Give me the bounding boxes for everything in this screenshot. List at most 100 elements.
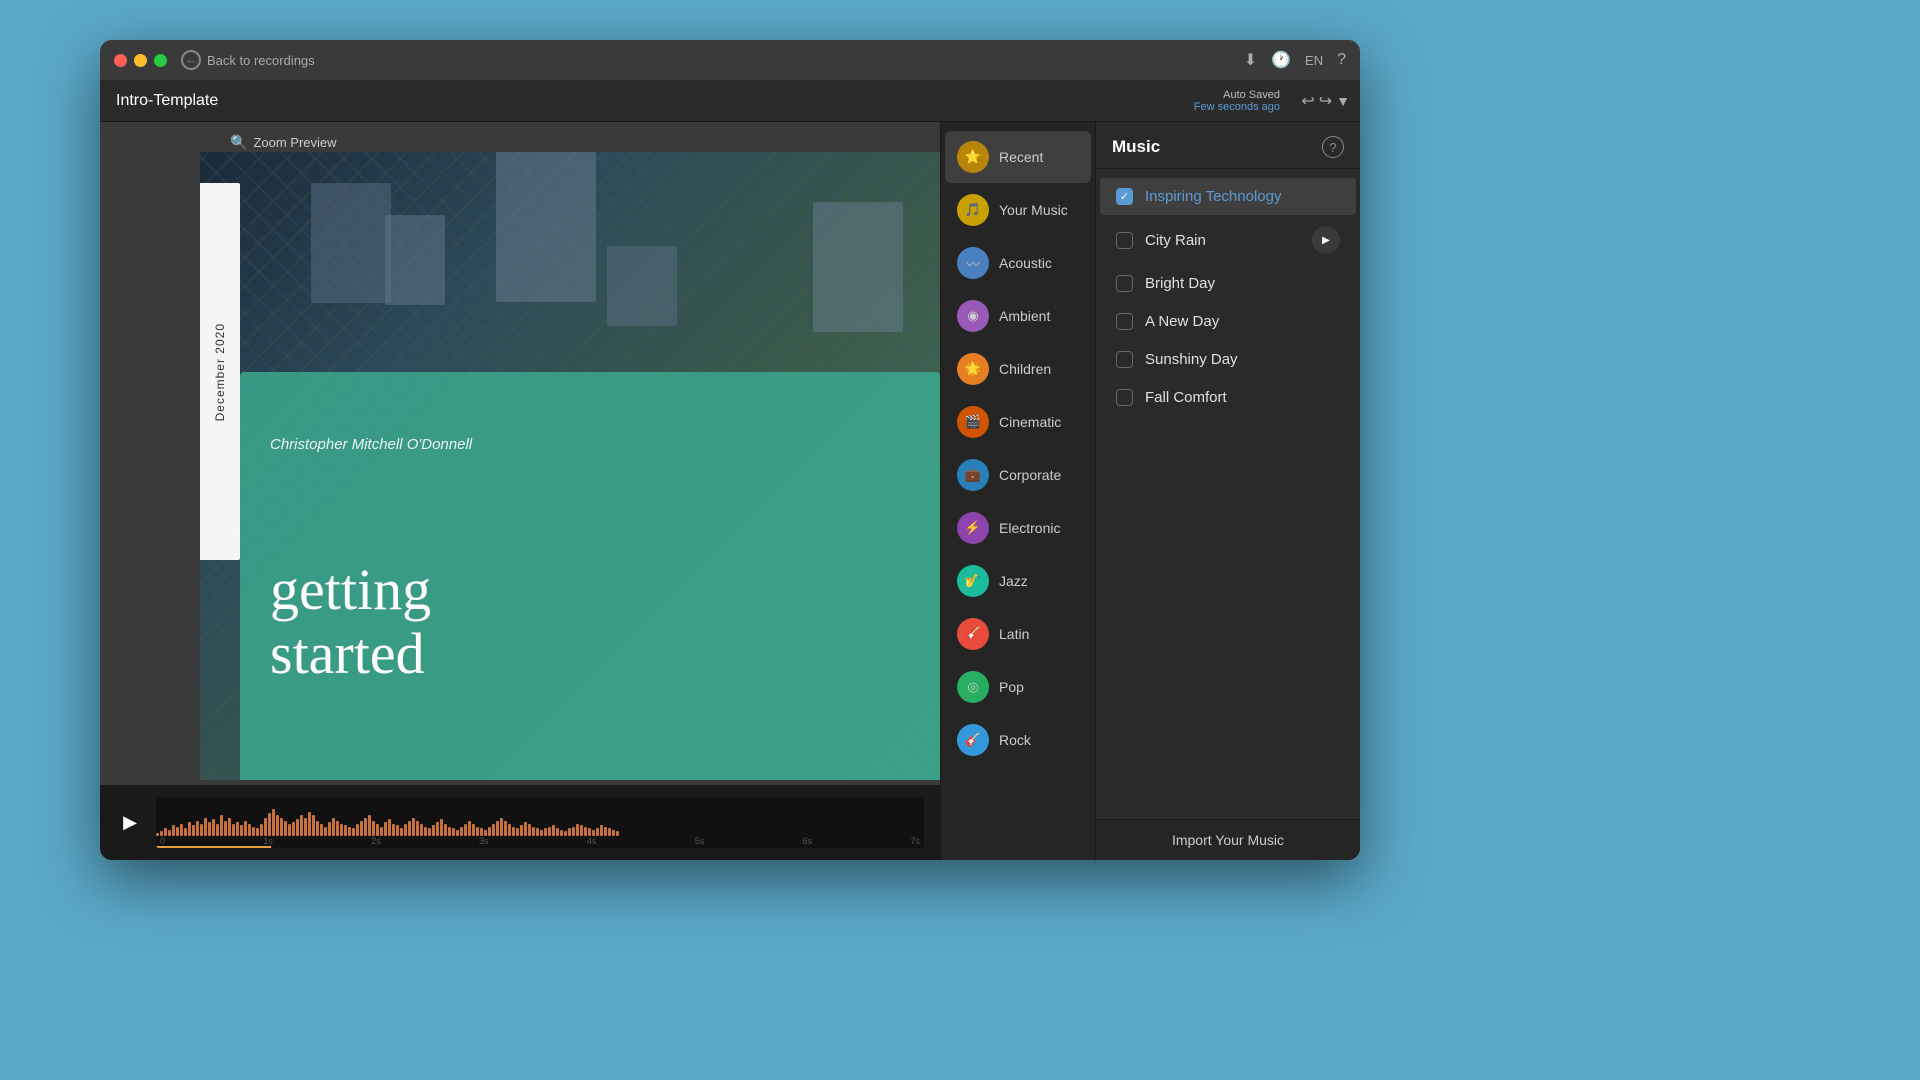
category-item-jazz[interactable]: 🎷Jazz xyxy=(945,555,1091,607)
redo-icon[interactable]: ↪ xyxy=(1319,91,1332,111)
track-item-bright-day[interactable]: Bright Day xyxy=(1100,265,1356,302)
waveform-bar xyxy=(284,821,287,836)
minimize-button[interactable] xyxy=(134,54,147,67)
waveform-bar xyxy=(432,825,435,836)
category-item-cinematic[interactable]: 🎬Cinematic xyxy=(945,396,1091,448)
track-checkbox-a-new-day[interactable] xyxy=(1116,313,1133,330)
category-item-recent[interactable]: ⭐Recent xyxy=(945,131,1091,183)
track-item-sunshiny-day[interactable]: Sunshiny Day xyxy=(1100,341,1356,378)
waveform-bar xyxy=(268,813,271,836)
close-button[interactable] xyxy=(114,54,127,67)
category-item-your-music[interactable]: 🎵 Your Music xyxy=(945,184,1091,236)
track-item-a-new-day[interactable]: A New Day xyxy=(1100,303,1356,340)
toolbar: Intro-Template Auto Saved Few seconds ag… xyxy=(100,80,1360,122)
waveform-bar xyxy=(572,827,575,836)
waveform-bar xyxy=(344,825,347,836)
category-icon-your-music: 🎵 xyxy=(957,194,989,226)
waveform-bar xyxy=(520,825,523,836)
waveform-bar xyxy=(584,827,587,836)
waveform-bar xyxy=(604,827,607,836)
timeline-progress xyxy=(156,846,271,848)
waveform-bar xyxy=(392,824,395,836)
track-name-bright-day: Bright Day xyxy=(1145,275,1340,292)
waveform-bar xyxy=(172,825,175,836)
help-icon[interactable]: ? xyxy=(1337,51,1346,69)
dropdown-icon[interactable]: ▼ xyxy=(1336,93,1350,109)
waveform-bar xyxy=(464,824,467,836)
undo-icon[interactable]: ↩ xyxy=(1301,91,1314,111)
waveform-bar xyxy=(600,825,603,836)
category-label-electronic: Electronic xyxy=(999,520,1060,536)
help-icon: ? xyxy=(1329,140,1336,155)
category-icon-acoustic: 〰 xyxy=(957,247,989,279)
track-checkbox-sunshiny-day[interactable] xyxy=(1116,351,1133,368)
waveform-bar xyxy=(508,824,511,836)
category-item-rock[interactable]: 🎸Rock xyxy=(945,714,1091,766)
category-label-acoustic: Acoustic xyxy=(999,255,1052,271)
timeline-track[interactable]: 01s2s3s4s5s6s7s xyxy=(156,798,924,848)
waveform-bar xyxy=(180,824,183,836)
category-label-your-music: Your Music xyxy=(999,202,1068,218)
track-checkbox-fall-comfort[interactable] xyxy=(1116,389,1133,406)
waveform-bar xyxy=(528,824,531,836)
slide-title-line1: getting xyxy=(270,558,431,622)
timeline-marker: 5s xyxy=(695,836,705,846)
play-track-button-city-rain[interactable]: ▶ xyxy=(1312,226,1340,254)
waveform-bar xyxy=(580,825,583,836)
waveform-bar xyxy=(480,828,483,836)
waveform-bar xyxy=(260,824,263,836)
waveform-bar xyxy=(320,824,323,836)
waveform-bar xyxy=(496,821,499,836)
category-list: ⭐Recent 🎵 Your Music 〰 Acoustic ◉Ambient🌟Chil… xyxy=(941,122,1096,860)
waveform-bar xyxy=(568,828,571,836)
waveform-bar xyxy=(356,824,359,836)
history-icon[interactable]: 🕐 xyxy=(1271,50,1291,70)
play-button[interactable]: ▶ xyxy=(116,809,144,837)
waveform-bar xyxy=(556,828,559,836)
waveform-bar xyxy=(532,827,535,836)
category-item-electronic[interactable]: ⚡Electronic xyxy=(945,502,1091,554)
music-help-button[interactable]: ? xyxy=(1322,136,1344,158)
track-name-fall-comfort: Fall Comfort xyxy=(1145,389,1340,406)
category-item-latin[interactable]: 🎸Latin xyxy=(945,608,1091,660)
waveform-bar xyxy=(200,824,203,836)
track-item-city-rain[interactable]: City Rain▶ xyxy=(1100,216,1356,264)
track-checkbox-inspiring-technology[interactable]: ✓ xyxy=(1116,188,1133,205)
slide-background: December 2020 Christopher Mitchell O'Don… xyxy=(200,152,940,780)
track-checkbox-city-rain[interactable] xyxy=(1116,232,1133,249)
back-button[interactable]: ← Back to recordings xyxy=(181,50,315,70)
waveform-bar xyxy=(272,809,275,836)
slide-title: getting started xyxy=(270,558,431,686)
language-selector[interactable]: EN xyxy=(1305,53,1323,68)
category-icon-ambient: ◉ xyxy=(957,300,989,332)
waveform-bar xyxy=(608,828,611,836)
slide-title-line2: started xyxy=(270,622,431,686)
track-item-fall-comfort[interactable]: Fall Comfort xyxy=(1100,379,1356,416)
track-checkbox-bright-day[interactable] xyxy=(1116,275,1133,292)
maximize-button[interactable] xyxy=(154,54,167,67)
waveform-bar xyxy=(416,821,419,836)
waveform-bar xyxy=(208,822,211,836)
waveform-bar xyxy=(188,822,191,836)
track-item-inspiring-technology[interactable]: ✓Inspiring Technology xyxy=(1100,178,1356,215)
timeline-marker: 7s xyxy=(910,836,920,846)
category-icon-children: 🌟 xyxy=(957,353,989,385)
waveform-bar xyxy=(368,815,371,836)
category-label-jazz: Jazz xyxy=(999,573,1028,589)
download-icon[interactable]: ⬇ xyxy=(1244,50,1257,70)
import-music-button[interactable]: Import Your Music xyxy=(1096,819,1360,860)
zoom-label: Zoom Preview xyxy=(253,135,336,150)
category-item-children[interactable]: 🌟Children xyxy=(945,343,1091,395)
waveform-bar xyxy=(576,824,579,836)
category-item-corporate[interactable]: 💼Corporate xyxy=(945,449,1091,501)
waveform-bar xyxy=(500,818,503,836)
waveform-bar xyxy=(376,824,379,836)
waveform-bar xyxy=(476,827,479,836)
category-item-ambient[interactable]: ◉Ambient xyxy=(945,290,1091,342)
waveform-bar xyxy=(184,828,187,836)
waveform-bar xyxy=(372,821,375,836)
category-item-acoustic[interactable]: 〰 Acoustic xyxy=(945,237,1091,289)
waveform-bar xyxy=(544,828,547,836)
category-item-pop[interactable]: ◎Pop xyxy=(945,661,1091,713)
waveform-bar xyxy=(548,827,551,836)
